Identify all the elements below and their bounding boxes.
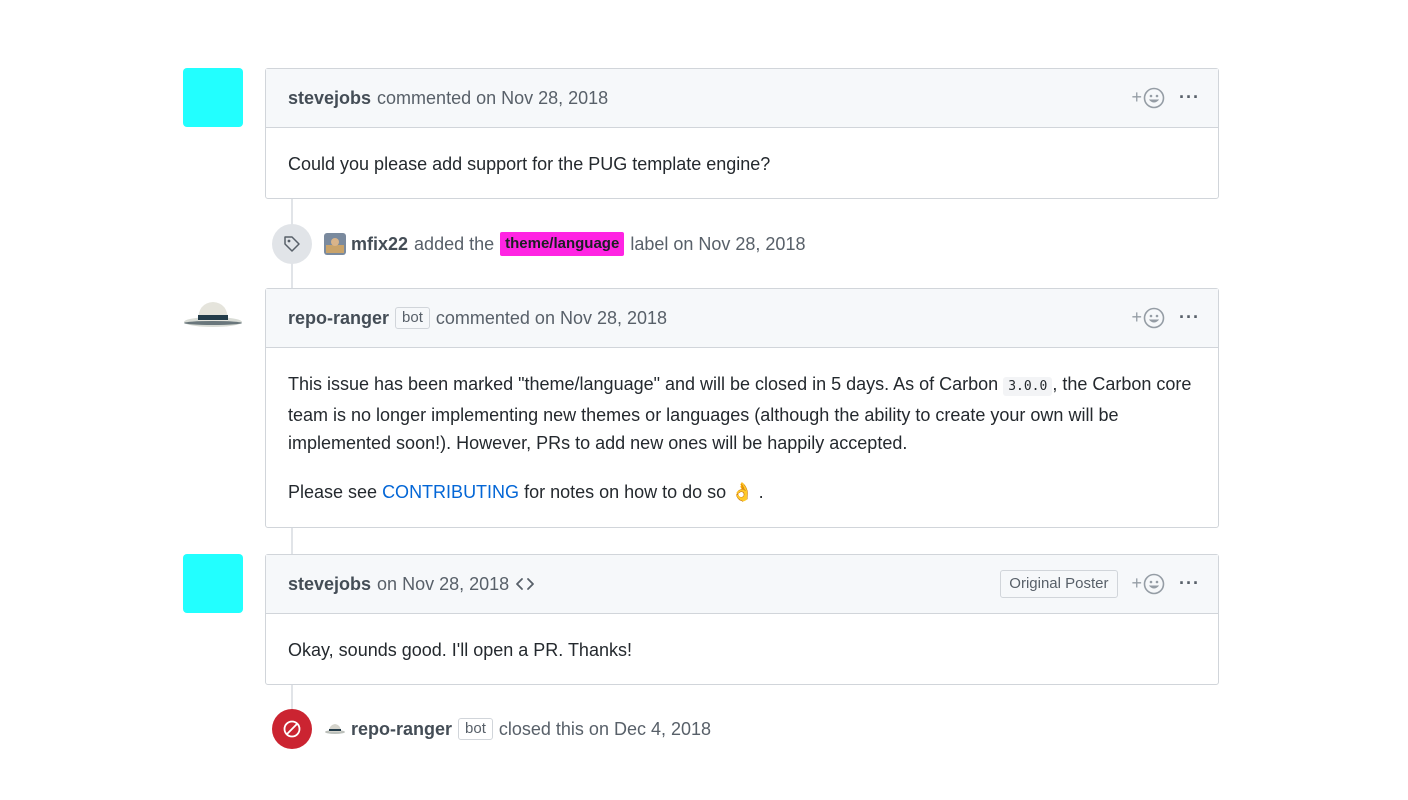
bot-avatar[interactable] bbox=[182, 296, 244, 332]
avatar[interactable] bbox=[183, 68, 243, 127]
bot-avatar[interactable] bbox=[324, 718, 346, 740]
comment-meta[interactable]: on Nov 28, 2018 bbox=[377, 574, 509, 595]
plus-label: + bbox=[1131, 307, 1143, 327]
comment-text: . bbox=[753, 482, 764, 502]
comment-meta[interactable]: commented on Nov 28, 2018 bbox=[377, 88, 608, 109]
comment-body: This issue has been marked "theme/langua… bbox=[266, 348, 1218, 506]
plus-label: + bbox=[1131, 87, 1143, 107]
comment-header: repo-ranger bot commented on Nov 28, 201… bbox=[266, 289, 1218, 348]
more-options-button[interactable]: ··· bbox=[1179, 307, 1200, 328]
add-reaction-button[interactable]: + bbox=[1132, 573, 1166, 595]
header-actions: + ··· bbox=[1132, 69, 1201, 126]
comment-body: Okay, sounds good. I'll open a PR. Thank… bbox=[266, 614, 1218, 664]
comment-text: Could you please add support for the PUG… bbox=[288, 154, 771, 174]
smiley-icon bbox=[1143, 307, 1165, 328]
add-reaction-button[interactable]: + bbox=[1132, 87, 1166, 109]
event-text: closed this on Dec 4, 2018 bbox=[498, 718, 712, 739]
comment-text: for notes on how to do so bbox=[519, 482, 727, 502]
bot-badge: bot bbox=[458, 718, 493, 740]
original-poster-badge: Original Poster bbox=[1000, 569, 1118, 598]
more-options-button[interactable]: ··· bbox=[1179, 87, 1200, 108]
comment-author[interactable]: stevejobs bbox=[288, 88, 371, 109]
label-event: mfix22 added the theme/language label on… bbox=[272, 224, 805, 264]
tag-icon bbox=[272, 224, 312, 264]
comment-card: stevejobs on Nov 28, 2018 Original Poste… bbox=[265, 554, 1219, 685]
comment-paragraph: This issue has been marked "theme/langua… bbox=[288, 370, 1196, 457]
comment-header: stevejobs commented on Nov 28, 2018 + ··… bbox=[266, 69, 1218, 128]
ok-hand-emoji: 👌 bbox=[731, 482, 754, 502]
more-options-button[interactable]: ··· bbox=[1179, 573, 1200, 594]
event-text: label on Nov 28, 2018 bbox=[630, 233, 806, 254]
version-code: 3.0.0 bbox=[1003, 377, 1053, 396]
avatar[interactable] bbox=[183, 554, 243, 613]
comment-meta[interactable]: commented on Nov 28, 2018 bbox=[436, 308, 667, 329]
avatar[interactable] bbox=[324, 233, 346, 255]
closed-event: repo-ranger bot closed this on Dec 4, 20… bbox=[272, 709, 711, 749]
plus-label: + bbox=[1131, 573, 1143, 593]
comment-text: Okay, sounds good. I'll open a PR. Thank… bbox=[288, 640, 632, 660]
circle-slash-icon bbox=[272, 709, 312, 749]
code-icon[interactable] bbox=[515, 576, 535, 592]
comment-card: stevejobs commented on Nov 28, 2018 + ··… bbox=[265, 68, 1219, 199]
header-actions: Original Poster + ··· bbox=[1000, 555, 1200, 612]
label-badge[interactable]: theme/language bbox=[500, 232, 625, 256]
comment-paragraph: Please see CONTRIBUTING for notes on how… bbox=[288, 478, 1196, 506]
smiley-icon bbox=[1143, 87, 1165, 108]
smiley-icon bbox=[1143, 573, 1165, 594]
event-actor[interactable]: mfix22 bbox=[351, 234, 408, 255]
comment-text: Please see bbox=[288, 482, 383, 502]
comment-author[interactable]: stevejobs bbox=[288, 574, 371, 595]
event-actor[interactable]: repo-ranger bbox=[351, 719, 452, 740]
contributing-link[interactable]: CONTRIBUTING bbox=[382, 482, 519, 502]
header-actions: + ··· bbox=[1132, 289, 1201, 346]
comment-header: stevejobs on Nov 28, 2018 Original Poste… bbox=[266, 555, 1218, 614]
event-text: added the bbox=[414, 233, 495, 254]
comment-author[interactable]: repo-ranger bbox=[288, 308, 389, 329]
comment-card: repo-ranger bot commented on Nov 28, 201… bbox=[265, 288, 1219, 528]
comment-body: Could you please add support for the PUG… bbox=[266, 128, 1218, 178]
add-reaction-button[interactable]: + bbox=[1132, 307, 1166, 329]
comment-text: This issue has been marked "theme/langua… bbox=[288, 374, 1004, 394]
bot-badge: bot bbox=[395, 307, 430, 329]
